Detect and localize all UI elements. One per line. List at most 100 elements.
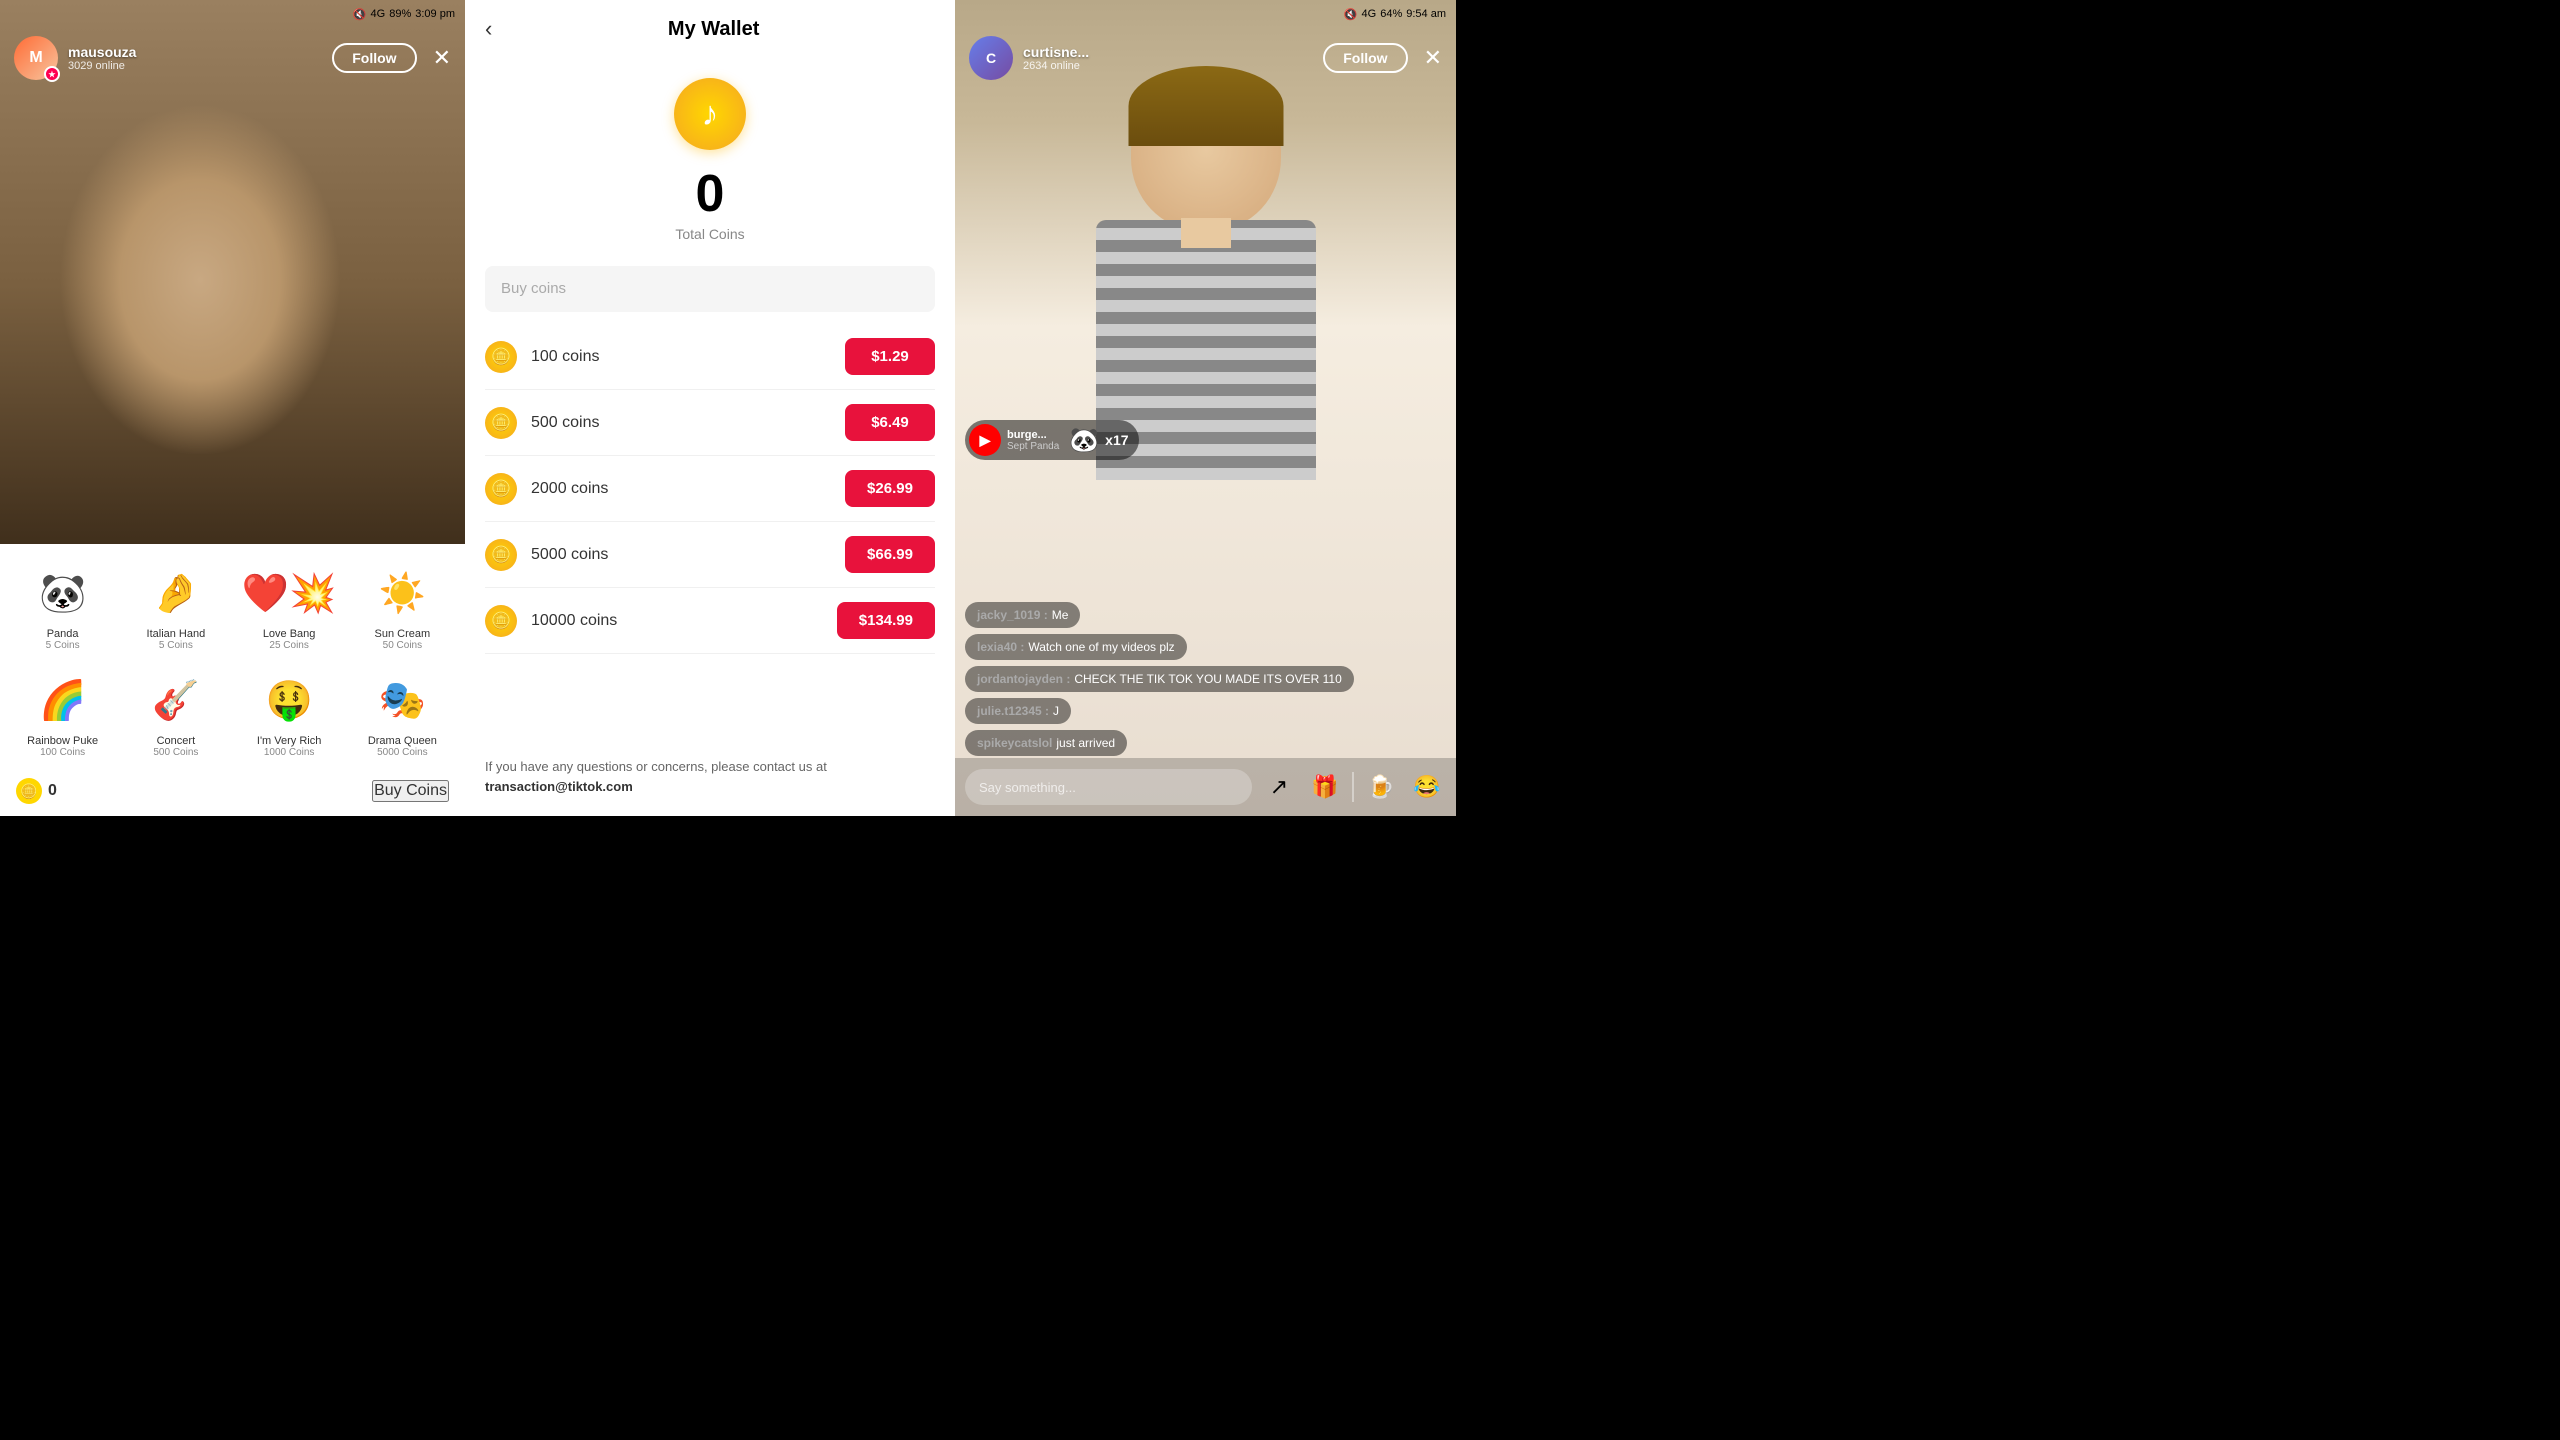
gift-item-love-bang[interactable]: ❤️‍💥 Love Bang 25 Coins xyxy=(235,556,344,659)
price-button-10000[interactable]: $134.99 xyxy=(837,602,935,639)
left-username: mausouza xyxy=(68,44,322,60)
coin-icon-2000: 🪙 xyxy=(485,473,517,505)
panda-icon: 🐼 xyxy=(33,564,93,624)
chat-user-2: lexia40 : xyxy=(977,640,1024,654)
chat-user-5: spikeycatslol xyxy=(977,736,1052,750)
coin-amount-100: 100 coins xyxy=(531,348,845,366)
avatar-badge-left: ★ xyxy=(44,66,60,82)
chat-text-3: CHECK THE TIK TOK YOU MADE ITS OVER 110 xyxy=(1074,672,1341,686)
gift-sender-avatar: ▶ xyxy=(969,424,1001,456)
right-close-button[interactable]: ✕ xyxy=(1424,45,1442,71)
price-button-500[interactable]: $6.49 xyxy=(845,404,935,441)
coin-icon-500: 🪙 xyxy=(485,407,517,439)
coin-display: 🪙 0 xyxy=(16,778,57,804)
status-bar-left: 🔇 4G 89% 3:09 pm xyxy=(0,0,465,28)
chat-text-2: Watch one of my videos plz xyxy=(1028,640,1174,654)
coin-amount-5000: 5000 coins xyxy=(531,546,845,564)
gift-name: Sept Panda xyxy=(1007,441,1059,452)
coin-option-100[interactable]: 🪙 100 coins $1.29 xyxy=(485,324,935,390)
left-avatar[interactable]: M ★ xyxy=(14,36,58,80)
right-avatar[interactable]: C xyxy=(969,36,1013,80)
chat-message-2: lexia40 : Watch one of my videos plz xyxy=(965,634,1187,660)
drama-queen-icon: 🎭 xyxy=(372,671,432,731)
love-bang-name: Love Bang xyxy=(263,628,316,640)
signal-left: 4G xyxy=(371,8,386,20)
battery-left: 89% xyxy=(389,8,411,20)
beer-button[interactable]: 🍺 xyxy=(1362,768,1400,806)
left-close-button[interactable]: ✕ xyxy=(433,45,451,71)
right-user-bar: C curtisne... 2634 online Follow ✕ xyxy=(955,28,1456,88)
chat-text-5: just arrived xyxy=(1056,736,1115,750)
total-coins-label: Total Coins xyxy=(675,226,744,242)
italian-hand-icon: 🤌 xyxy=(146,564,206,624)
status-bar-right: 🔇 4G 64% 9:54 am xyxy=(955,0,1456,28)
left-livestream-panel: 🔇 4G 89% 3:09 pm M ★ mausouza 3029 onlin… xyxy=(0,0,465,816)
right-bottom-bar: Say something... ↗ 🎁 🍺 😂 xyxy=(955,758,1456,816)
coin-option-5000[interactable]: 🪙 5000 coins $66.99 xyxy=(485,522,935,588)
gift-count: x17 xyxy=(1105,432,1128,448)
wallet-panel: ‹ My Wallet ♪ 0 Total Coins Buy coins 🪙 … xyxy=(465,0,955,816)
wallet-back-button[interactable]: ‹ xyxy=(485,16,492,42)
right-user-info: curtisne... 2634 online xyxy=(1023,44,1313,72)
tiktok-coin-logo: ♪ xyxy=(674,78,746,150)
coin-icon-100: 🪙 xyxy=(485,341,517,373)
buy-coins-placeholder: Buy coins xyxy=(501,280,566,297)
concert-coins: 500 Coins xyxy=(153,747,198,758)
price-button-2000[interactable]: $26.99 xyxy=(845,470,935,507)
chat-user-4: julie.t12345 : xyxy=(977,704,1049,718)
mute-icon-right: 🔇 xyxy=(1344,8,1358,21)
gift-item-concert[interactable]: 🎸 Concert 500 Coins xyxy=(121,663,230,766)
total-coins-count: 0 xyxy=(696,164,725,224)
panda-coins: 5 Coins xyxy=(46,640,80,651)
im-very-rich-name: I'm Very Rich xyxy=(257,735,321,747)
emoji-button[interactable]: 😂 xyxy=(1408,768,1446,806)
wallet-header: ‹ My Wallet xyxy=(465,0,955,58)
gift-item-im-very-rich[interactable]: 🤑 I'm Very Rich 1000 Coins xyxy=(235,663,344,766)
left-online-count: 3029 online xyxy=(68,60,322,72)
gift-notification-text: burge... Sept Panda xyxy=(1007,429,1059,452)
coin-amount-10000: 10000 coins xyxy=(531,612,837,630)
gift-item-drama-queen[interactable]: 🎭 Drama Queen 5000 Coins xyxy=(348,663,457,766)
gift-item-italian-hand[interactable]: 🤌 Italian Hand 5 Coins xyxy=(121,556,230,659)
tray-bottom-bar: 🪙 0 Buy Coins xyxy=(8,774,457,808)
price-button-5000[interactable]: $66.99 xyxy=(845,536,935,573)
gift-item-panda[interactable]: 🐼 Panda 5 Coins xyxy=(8,556,117,659)
love-bang-coins: 25 Coins xyxy=(269,640,308,651)
right-follow-button[interactable]: Follow xyxy=(1323,43,1407,73)
chat-text-4: J xyxy=(1053,704,1059,718)
im-very-rich-coins: 1000 Coins xyxy=(264,747,315,758)
left-user-bar: M ★ mausouza 3029 online Follow ✕ xyxy=(0,28,465,88)
gift-sender-name: burge... xyxy=(1007,429,1059,441)
gift-notification: ▶ burge... Sept Panda 🐼 x17 xyxy=(965,420,1139,460)
chat-message-4: julie.t12345 : J xyxy=(965,698,1071,724)
right-livestream-panel: 🔇 4G 64% 9:54 am C curtisne... 2634 onli… xyxy=(955,0,1456,816)
chat-text-1: Me xyxy=(1052,608,1069,622)
coin-amount-500: 500 coins xyxy=(531,414,845,432)
coin-option-2000[interactable]: 🪙 2000 coins $26.99 xyxy=(485,456,935,522)
gift-item-rainbow-puke[interactable]: 🌈 Rainbow Puke 100 Coins xyxy=(8,663,117,766)
gift-button[interactable]: 🎁 xyxy=(1306,768,1344,806)
coin-option-500[interactable]: 🪙 500 coins $6.49 xyxy=(485,390,935,456)
left-follow-button[interactable]: Follow xyxy=(332,43,416,73)
right-online-count: 2634 online xyxy=(1023,60,1313,72)
chat-user-3: jordantojayden : xyxy=(977,672,1070,686)
contact-email[interactable]: transaction@tiktok.com xyxy=(485,779,633,794)
coin-option-10000[interactable]: 🪙 10000 coins $134.99 xyxy=(485,588,935,654)
buy-coins-section: Buy coins xyxy=(485,266,935,312)
price-button-100[interactable]: $1.29 xyxy=(845,338,935,375)
time-right: 9:54 am xyxy=(1406,8,1446,20)
coin-icon-5000: 🪙 xyxy=(485,539,517,571)
signal-right: 4G xyxy=(1362,8,1377,20)
rainbow-puke-name: Rainbow Puke xyxy=(27,735,98,747)
comment-input-area[interactable]: Say something... xyxy=(965,769,1252,805)
left-user-info: mausouza 3029 online xyxy=(68,44,322,72)
gift-item-sun-cream[interactable]: ☀️ Sun Cream 50 Coins xyxy=(348,556,457,659)
italian-hand-name: Italian Hand xyxy=(147,628,206,640)
right-username: curtisne... xyxy=(1023,44,1313,60)
wallet-title: My Wallet xyxy=(492,18,935,41)
buy-coins-link-button[interactable]: Buy Coins xyxy=(372,780,449,802)
gift-panda-icon: 🐼 xyxy=(1069,426,1099,455)
coin-amount-display: 0 xyxy=(48,782,57,800)
contact-info: If you have any questions or concerns, p… xyxy=(465,737,955,816)
share-button[interactable]: ↗ xyxy=(1260,768,1298,806)
